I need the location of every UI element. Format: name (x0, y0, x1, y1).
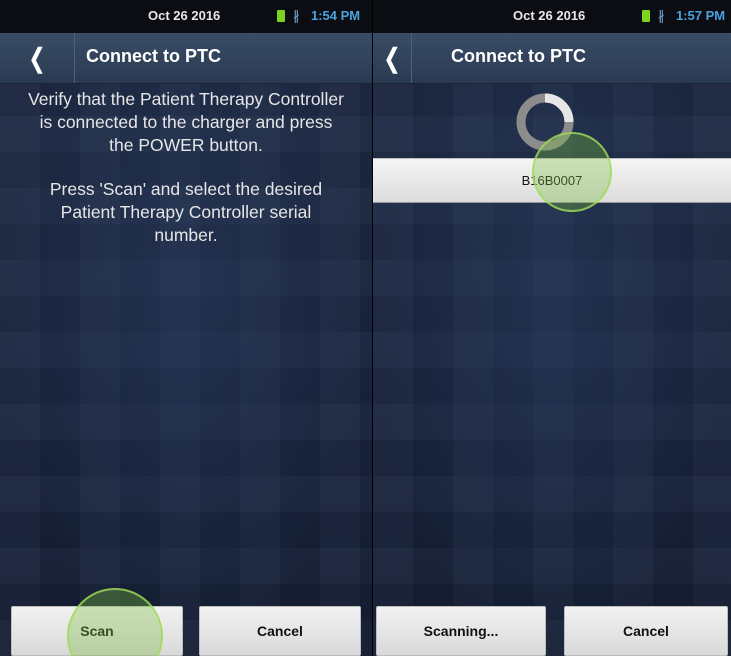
status-time: 1:54 PM (311, 8, 361, 23)
status-bar: Oct 26 2016 ∦ 1:54 PM (0, 0, 372, 33)
instructions: Verify that the Patient Therapy Controll… (0, 88, 372, 268)
instruction-line: Verify that the Patient Therapy Controll… (28, 89, 344, 109)
scanning-button-label: Scanning... (423, 623, 499, 639)
scanning-button[interactable]: Scanning... (376, 606, 546, 656)
cancel-button-label: Cancel (257, 623, 303, 639)
back-button[interactable]: ❬ (0, 33, 75, 83)
page-title: Connect to PTC (86, 46, 221, 66)
battery-icon (277, 10, 285, 22)
instruction-paragraph-2: Press 'Scan' and select the desired Pati… (0, 178, 372, 247)
status-bar: Oct 26 2016 ∦ 1:57 PM (373, 0, 731, 33)
progress-spinner-icon (516, 93, 574, 151)
bluetooth-icon: ∦ (293, 8, 300, 23)
scan-button[interactable]: Scan (11, 606, 183, 656)
cancel-button[interactable]: Cancel (199, 606, 361, 656)
device-list-item[interactable]: B16B0007 (373, 158, 731, 203)
scan-button-label: Scan (80, 623, 114, 639)
chevron-left-icon: ❬ (26, 42, 48, 73)
status-time: 1:57 PM (676, 8, 726, 23)
instruction-line: Press 'Scan' and select the desired (49, 179, 323, 199)
instruction-paragraph-1: Verify that the Patient Therapy Controll… (0, 88, 372, 157)
instruction-line: the POWER button. (109, 135, 263, 155)
bluetooth-icon: ∦ (658, 8, 665, 23)
status-date: Oct 26 2016 (513, 8, 586, 23)
cancel-button-label: Cancel (623, 623, 669, 639)
status-date: Oct 26 2016 (148, 8, 221, 23)
instruction-line: Patient Therapy Controller serial (60, 202, 312, 222)
battery-icon (642, 10, 650, 22)
left-screen: Oct 26 2016 ∦ 1:54 PM ❬ Connect to PTC V… (0, 0, 372, 656)
device-serial-label: B16B0007 (521, 173, 583, 188)
instruction-line: number. (154, 225, 218, 245)
chevron-left-icon: ❬ (381, 42, 403, 73)
title-bar: ❬ Connect to PTC (373, 33, 731, 84)
back-button[interactable]: ❬ (373, 33, 412, 83)
title-bar: ❬ Connect to PTC (0, 33, 372, 84)
cancel-button[interactable]: Cancel (564, 606, 728, 656)
right-screen: Oct 26 2016 ∦ 1:57 PM ❬ Connect to PTC B… (373, 0, 731, 656)
page-title: Connect to PTC (451, 46, 586, 66)
instruction-line: is connected to the charger and press (39, 112, 333, 132)
